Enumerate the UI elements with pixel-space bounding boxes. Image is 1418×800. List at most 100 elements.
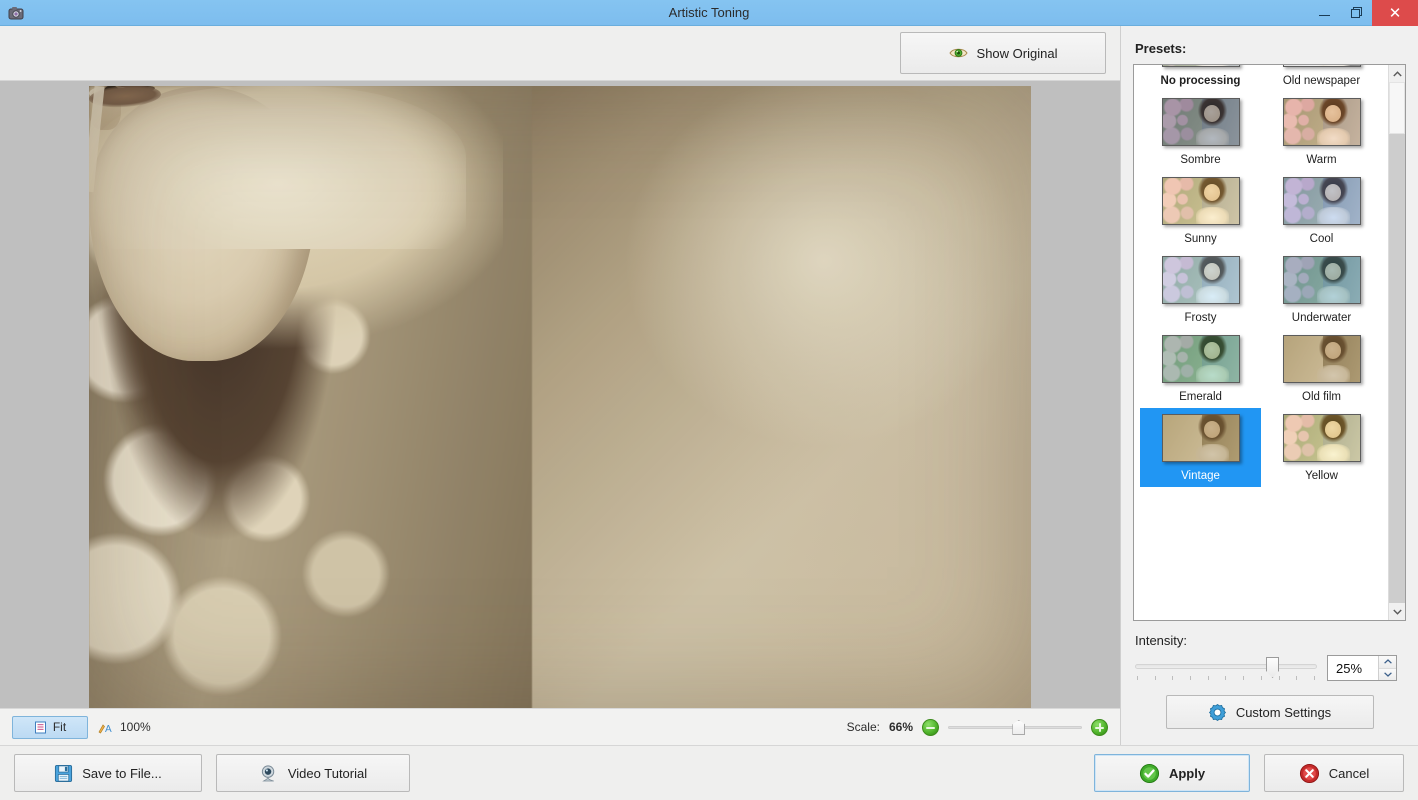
video-tutorial-button[interactable]: Video Tutorial — [216, 754, 410, 792]
scroll-up-button[interactable] — [1389, 65, 1405, 82]
preset-item[interactable]: Old film — [1261, 329, 1382, 408]
dialog-actions: Apply Cancel — [1094, 754, 1404, 792]
preset-thumbnail[interactable] — [1161, 335, 1240, 383]
spinner-down-icon[interactable] — [1379, 668, 1396, 680]
presets-scrollview: No processing Old newspaper Sombre Warm Sunn… — [1134, 65, 1388, 620]
minimize-icon — [1318, 15, 1330, 16]
zoom-slider-thumb[interactable] — [1012, 720, 1026, 735]
restore-button[interactable] — [1340, 0, 1372, 26]
cancel-button[interactable]: Cancel — [1264, 754, 1404, 792]
main-area: Show Original Fit A 100% Scale: 66% Pres… — [0, 26, 1418, 745]
window-title: Artistic Toning — [668, 4, 750, 20]
preset-item[interactable]: Emerald — [1140, 329, 1261, 408]
preset-thumbnail[interactable] — [1282, 65, 1361, 67]
scrollbar-track[interactable] — [1389, 82, 1405, 603]
close-button[interactable]: ✕ — [1372, 0, 1418, 26]
restore-icon — [1350, 7, 1362, 18]
scrollbar-thumb[interactable] — [1389, 82, 1405, 134]
preset-thumbnail[interactable] — [1282, 414, 1361, 462]
custom-settings-button[interactable]: Custom Settings — [1165, 695, 1374, 729]
intensity-title: Intensity: — [1135, 633, 1188, 648]
intensity-spin-arrows — [1378, 656, 1396, 680]
zoom-slider[interactable] — [948, 719, 1082, 735]
zoom-100-label: 100% — [120, 720, 151, 734]
preset-label: Old newspaper — [1282, 75, 1361, 87]
intensity-value[interactable]: 25% — [1328, 661, 1378, 676]
custom-settings-label: Custom Settings — [1235, 704, 1332, 720]
gear-icon — [1208, 703, 1226, 721]
preset-label: Yellow — [1305, 470, 1338, 482]
preset-thumbnail[interactable] — [1282, 335, 1361, 383]
show-original-button[interactable]: Show Original — [900, 32, 1106, 74]
preset-label: No processing — [1160, 75, 1241, 87]
app-icon — [3, 0, 29, 26]
save-to-file-label: Save to File... — [82, 765, 162, 781]
save-to-file-button[interactable]: Save to File... — [14, 754, 202, 792]
preset-thumbnail[interactable] — [1161, 177, 1240, 225]
preset-thumbnail[interactable] — [1161, 98, 1240, 146]
minimize-button[interactable] — [1308, 0, 1340, 26]
preset-item[interactable]: Cool — [1261, 171, 1382, 250]
scale-controls: Scale: 66% — [846, 718, 1108, 736]
preset-label: Warm — [1306, 154, 1337, 166]
green-check-icon — [1139, 763, 1159, 783]
preview-image[interactable] — [89, 86, 1031, 708]
photo-vignette — [89, 86, 1031, 708]
preset-label: Sombre — [1180, 154, 1221, 166]
preset-label: Old film — [1302, 391, 1341, 403]
apply-label: Apply — [1168, 765, 1206, 781]
top-toolbar: Show Original — [0, 26, 1120, 81]
preset-item[interactable]: Yellow — [1261, 408, 1382, 487]
preset-thumbnail[interactable] — [1282, 256, 1361, 304]
red-x-icon — [1299, 763, 1319, 783]
artistic-toning-window: Artistic Toning ✕ Show Original Fit A 10… — [0, 0, 1418, 800]
preset-label: Sunny — [1184, 233, 1217, 245]
svg-text:A: A — [105, 724, 112, 734]
preset-item[interactable]: Frosty — [1140, 250, 1261, 329]
scale-label: Scale: — [846, 720, 880, 734]
spinner-up-icon[interactable] — [1379, 656, 1396, 669]
cancel-label: Cancel — [1328, 765, 1370, 781]
preset-thumbnail[interactable] — [1161, 256, 1240, 304]
bottom-bar: Save to File... Video Tutorial Apply Can… — [0, 745, 1418, 800]
scroll-down-button[interactable] — [1389, 603, 1405, 620]
title-bar: Artistic Toning ✕ — [0, 0, 1418, 26]
intensity-slider[interactable] — [1135, 655, 1317, 681]
preset-item[interactable]: Sunny — [1140, 171, 1261, 250]
presets-scrollbar[interactable] — [1388, 65, 1405, 620]
close-icon: ✕ — [1388, 4, 1402, 22]
preset-item[interactable]: No processing — [1140, 65, 1261, 92]
chevron-down-icon — [1392, 609, 1402, 615]
presets-grid: No processing Old newspaper Sombre Warm Sunn… — [1134, 65, 1388, 487]
intensity-slider-track — [1135, 664, 1317, 669]
scale-value: 66% — [888, 720, 913, 734]
preset-item[interactable]: Warm — [1261, 92, 1382, 171]
preset-label: Cool — [1309, 233, 1334, 245]
preset-item[interactable]: Old newspaper — [1261, 65, 1382, 92]
preset-thumbnail[interactable] — [1161, 414, 1240, 462]
preset-item[interactable]: Sombre — [1140, 92, 1261, 171]
presets-list[interactable]: No processing Old newspaper Sombre Warm Sunn… — [1133, 64, 1406, 621]
apply-button[interactable]: Apply — [1094, 754, 1250, 792]
zoom-100-button[interactable]: A 100% — [98, 720, 151, 734]
zoom-out-icon[interactable] — [922, 718, 939, 736]
preset-item[interactable]: Underwater — [1261, 250, 1382, 329]
preset-thumbnail[interactable] — [1282, 98, 1361, 146]
preset-label: Emerald — [1179, 391, 1222, 403]
intensity-ticks — [1137, 676, 1315, 680]
intensity-slider-thumb[interactable] — [1266, 657, 1280, 678]
preset-thumbnail[interactable] — [1282, 177, 1361, 225]
intensity-spinner[interactable]: 25% — [1327, 655, 1397, 681]
show-original-label: Show Original — [976, 45, 1058, 61]
preset-thumbnail[interactable] — [1161, 65, 1240, 67]
fit-label: Fit — [52, 720, 67, 734]
floppy-disk-icon — [55, 764, 73, 782]
intensity-controls: 25% — [1133, 655, 1406, 681]
image-canvas[interactable] — [0, 81, 1120, 708]
zoom-in-icon[interactable] — [1091, 718, 1108, 736]
fit-icon — [34, 721, 46, 733]
preset-item[interactable]: Vintage — [1140, 408, 1261, 487]
fit-button[interactable]: Fit — [12, 715, 88, 739]
eye-icon — [948, 48, 968, 58]
panel-spacer — [1133, 729, 1406, 745]
